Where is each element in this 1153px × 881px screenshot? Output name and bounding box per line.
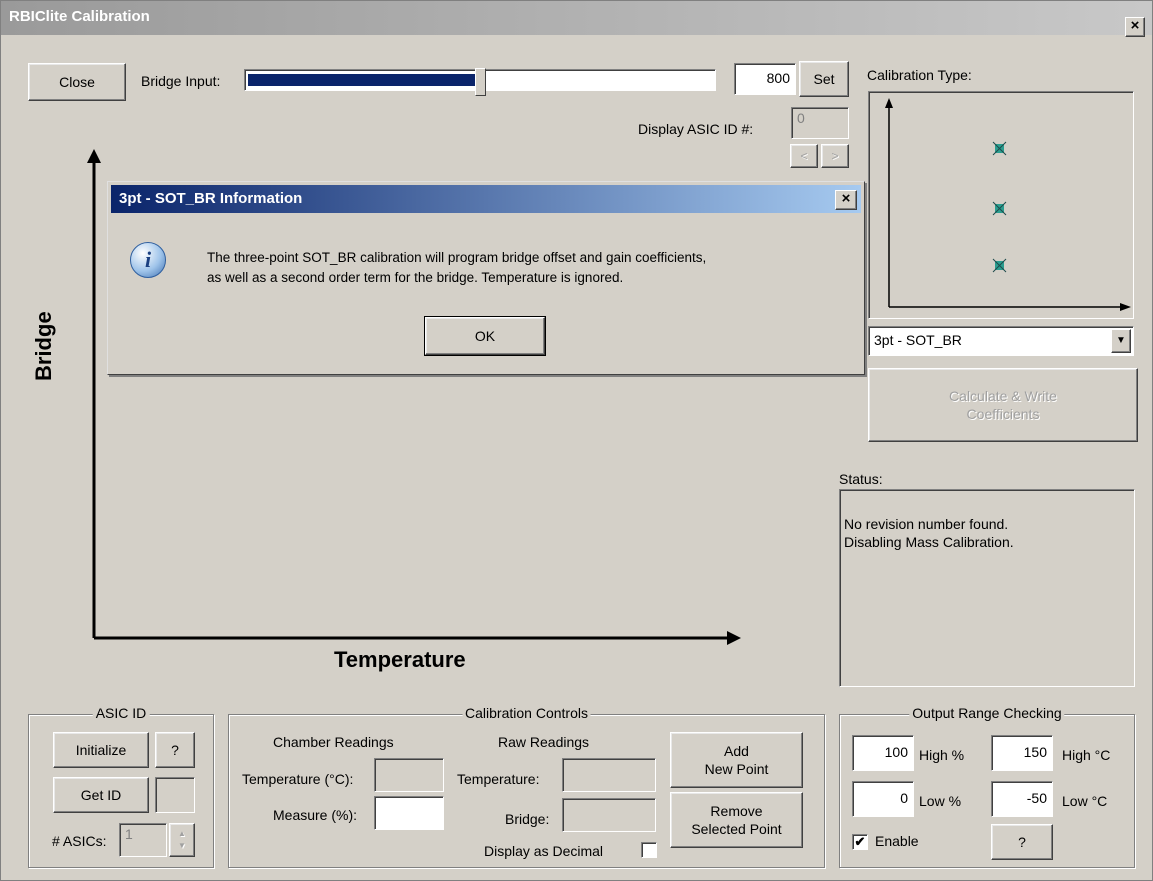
calibration-controls-title: Calibration Controls (462, 705, 591, 721)
slider-thumb[interactable] (475, 68, 486, 96)
calibration-point-marker (992, 201, 1007, 216)
low-celsius-field[interactable]: -50 (991, 781, 1053, 817)
asic-id-group-title: ASIC ID (92, 705, 150, 721)
dialog-message-line2: as well as a second order term for the b… (207, 270, 624, 285)
checkmark-icon: ✔ (854, 834, 866, 849)
remove-point-button[interactable]: Remove Selected Point (670, 792, 803, 848)
output-range-title: Output Range Checking (909, 705, 1065, 721)
add-point-button[interactable]: Add New Point (670, 732, 803, 788)
get-id-button[interactable]: Get ID (53, 777, 149, 813)
asic-prev-button[interactable]: < (790, 144, 818, 168)
dialog-close-button[interactable]: × (835, 190, 857, 210)
calibration-window: RBIClite Calibration × Close Bridge Inpu… (0, 0, 1153, 881)
add-point-line2: New Point (704, 761, 769, 777)
dialog-ok-button[interactable]: OK (424, 316, 546, 356)
high-percent-field[interactable]: 100 (852, 735, 914, 771)
measure-label: Measure (%): (273, 807, 358, 823)
status-box: No revision number found. Disabling Mass… (839, 489, 1135, 687)
enable-label: Enable (875, 833, 919, 849)
display-decimal-checkbox[interactable] (641, 842, 657, 858)
low-percent-field[interactable]: 0 (852, 781, 914, 817)
x-axis-arrow (727, 631, 741, 645)
calibration-point-marker (992, 141, 1007, 156)
asic-help-button[interactable]: ? (155, 732, 195, 768)
bridge-input-slider[interactable] (244, 68, 716, 96)
dialog-title: 3pt - SOT_BR Information (119, 190, 303, 207)
measure-field[interactable] (374, 796, 444, 830)
set-button[interactable]: Set (799, 61, 849, 97)
chamber-readings-header: Chamber Readings (273, 734, 394, 750)
calculate-label-line1: Calculate & Write (949, 388, 1057, 404)
low-celsius-label: Low °C (1062, 793, 1108, 809)
bridge-input-label: Bridge Input: (141, 73, 221, 89)
window-close-button[interactable]: × (1125, 17, 1145, 37)
high-percent-label: High % (919, 747, 965, 763)
raw-temperature-label: Temperature: (457, 771, 540, 787)
asic-id-field[interactable] (155, 777, 195, 813)
plot-x-label: Temperature (334, 647, 466, 672)
dialog-message-line1: The three-point SOT_BR calibration will … (207, 250, 707, 265)
calibration-point-marker (992, 258, 1007, 273)
remove-point-line2: Selected Point (691, 821, 782, 837)
display-asic-field[interactable]: 0 (791, 107, 849, 139)
calculate-label-line2: Coefficients (966, 406, 1040, 422)
raw-readings-header: Raw Readings (498, 734, 590, 750)
close-button[interactable]: Close (28, 63, 126, 101)
window-title: RBIClite Calibration (9, 8, 150, 25)
bridge-input-field[interactable]: 800 (734, 63, 796, 95)
close-icon: × (841, 190, 851, 207)
raw-temperature-field[interactable] (562, 758, 656, 792)
chevron-down-icon[interactable]: ▼ (1111, 329, 1131, 353)
raw-bridge-field[interactable] (562, 798, 656, 832)
num-asics-spinner[interactable]: ▲ ▼ (169, 823, 195, 857)
initialize-button[interactable]: Initialize (53, 732, 149, 768)
calculate-write-button[interactable]: Calculate & Write Coefficients (868, 368, 1138, 442)
high-celsius-field[interactable]: 150 (991, 735, 1053, 771)
chevron-right-icon: > (831, 149, 839, 163)
y-axis-arrow (87, 149, 101, 163)
raw-bridge-label: Bridge: (505, 811, 550, 827)
close-icon: × (1130, 17, 1140, 34)
add-point-line1: Add (724, 743, 749, 759)
display-asic-label: Display ASIC ID #: (638, 121, 754, 137)
calibration-type-label: Calibration Type: (867, 67, 972, 83)
high-celsius-label: High °C (1062, 747, 1111, 763)
output-range-help-button[interactable]: ? (991, 824, 1053, 860)
spinner-up-icon: ▲ (178, 829, 186, 838)
status-line-2: Disabling Mass Calibration. (844, 534, 1014, 550)
spinner-down-icon: ▼ (178, 841, 186, 850)
low-percent-label: Low % (919, 793, 962, 809)
num-asics-field[interactable]: 1 (119, 823, 167, 857)
title-bar[interactable]: RBIClite Calibration (1, 1, 1152, 35)
calibration-type-preview (868, 91, 1134, 319)
temperature-c-label: Temperature (°C): (242, 771, 354, 787)
info-icon: i (130, 242, 166, 278)
dialog-title-bar[interactable]: 3pt - SOT_BR Information (111, 185, 861, 213)
calibration-type-select[interactable]: 3pt - SOT_BR ▼ (868, 326, 1134, 356)
asic-next-button[interactable]: > (821, 144, 849, 168)
slider-fill (248, 74, 480, 86)
display-decimal-label: Display as Decimal (484, 843, 604, 859)
remove-point-line1: Remove (710, 803, 763, 819)
num-asics-label: # ASICs: (52, 833, 107, 849)
enable-checkbox[interactable]: ✔ (852, 834, 868, 850)
status-label: Status: (839, 471, 883, 487)
plot-y-label: Bridge (31, 311, 56, 381)
status-line-1: No revision number found. (844, 516, 1009, 532)
chevron-left-icon: < (800, 149, 808, 163)
calibration-type-value: 3pt - SOT_BR (874, 332, 962, 348)
chamber-temperature-field[interactable] (374, 758, 444, 792)
calibration-preview-plot (885, 98, 1131, 311)
information-dialog: 3pt - SOT_BR Information × i The three-p… (107, 181, 865, 375)
